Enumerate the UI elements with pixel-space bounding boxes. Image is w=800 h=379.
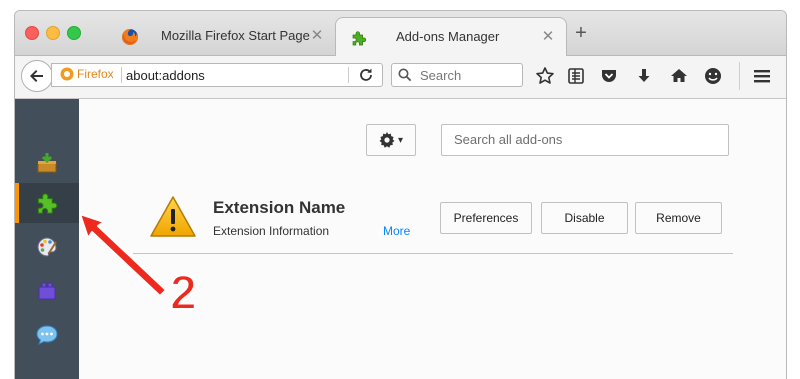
- hamburger-menu-icon[interactable]: [752, 66, 772, 86]
- gear-icon: [379, 132, 395, 148]
- download-icon[interactable]: [634, 66, 654, 86]
- chevron-down-icon: ▾: [397, 134, 404, 146]
- pocket-icon[interactable]: [599, 66, 619, 86]
- category-extensions[interactable]: [15, 183, 79, 223]
- browser-window: Mozilla Firefox Start Page ✕ Add-ons Man…: [14, 10, 787, 379]
- category-services[interactable]: [15, 315, 79, 355]
- puzzle-icon: [37, 193, 58, 214]
- window-close-button[interactable]: [25, 26, 39, 40]
- window-minimize-button[interactable]: [46, 26, 60, 40]
- list-divider: [133, 253, 733, 254]
- firefox-icon: [122, 29, 138, 45]
- disable-button[interactable]: Disable: [541, 202, 628, 234]
- selection-indicator: [15, 183, 19, 223]
- bookmark-star-icon[interactable]: [535, 66, 555, 86]
- identity-box[interactable]: Firefox: [60, 67, 114, 81]
- remove-button[interactable]: Remove: [635, 202, 722, 234]
- search-placeholder: Search: [420, 68, 462, 83]
- tab-title: Add-ons Manager: [396, 29, 500, 44]
- reload-icon[interactable]: [356, 66, 376, 84]
- extension-name: Extension Name: [213, 198, 346, 217]
- get-addons-icon: [37, 153, 57, 173]
- palette-icon: [37, 237, 57, 257]
- tab-start-page[interactable]: Mozilla Firefox Start Page ✕: [107, 17, 335, 55]
- divider: [121, 67, 122, 83]
- category-plugins[interactable]: [15, 271, 79, 311]
- warning-icon: [150, 196, 196, 237]
- reading-list-icon[interactable]: [566, 66, 586, 86]
- tools-menu-button[interactable]: ▾: [366, 124, 416, 156]
- home-icon[interactable]: [669, 66, 689, 86]
- puzzle-icon: [352, 31, 367, 46]
- category-get-addons[interactable]: [15, 143, 79, 183]
- url-bar[interactable]: Firefox about:addons: [51, 63, 383, 87]
- hello-icon[interactable]: [703, 66, 723, 86]
- url-text[interactable]: about:addons: [126, 68, 205, 83]
- divider: [739, 62, 740, 90]
- extension-info: Extension Information: [213, 224, 330, 238]
- close-tab-icon[interactable]: ✕: [309, 26, 325, 44]
- tab-title: Mozilla Firefox Start Page: [161, 28, 310, 43]
- speech-bubble-icon: [36, 325, 58, 345]
- tab-strip: Mozilla Firefox Start Page ✕ Add-ons Man…: [15, 11, 786, 56]
- plugin-block-icon: [38, 282, 56, 300]
- back-button[interactable]: [21, 60, 53, 92]
- more-link[interactable]: More: [383, 224, 410, 238]
- preferences-button[interactable]: Preferences: [440, 202, 532, 234]
- new-tab-button[interactable]: +: [572, 23, 590, 43]
- category-sidebar: [15, 99, 79, 379]
- back-arrow-icon: [30, 70, 43, 82]
- addons-content: ▾ Search all add-ons Extension Name Exte…: [79, 99, 786, 379]
- callout-number: 2: [169, 266, 198, 321]
- window-maximize-button[interactable]: [67, 26, 81, 40]
- identity-label: Firefox: [77, 67, 114, 81]
- search-icon: [398, 68, 412, 82]
- nav-bar: Firefox about:addons Search: [15, 56, 786, 99]
- firefox-icon: [60, 67, 74, 81]
- search-bar[interactable]: Search: [391, 63, 523, 87]
- divider: [348, 67, 349, 83]
- tab-addons-manager[interactable]: Add-ons Manager ✕: [335, 17, 567, 56]
- close-tab-icon[interactable]: ✕: [540, 27, 556, 45]
- category-appearance[interactable]: [15, 227, 79, 267]
- search-addons-input[interactable]: Search all add-ons: [441, 124, 729, 156]
